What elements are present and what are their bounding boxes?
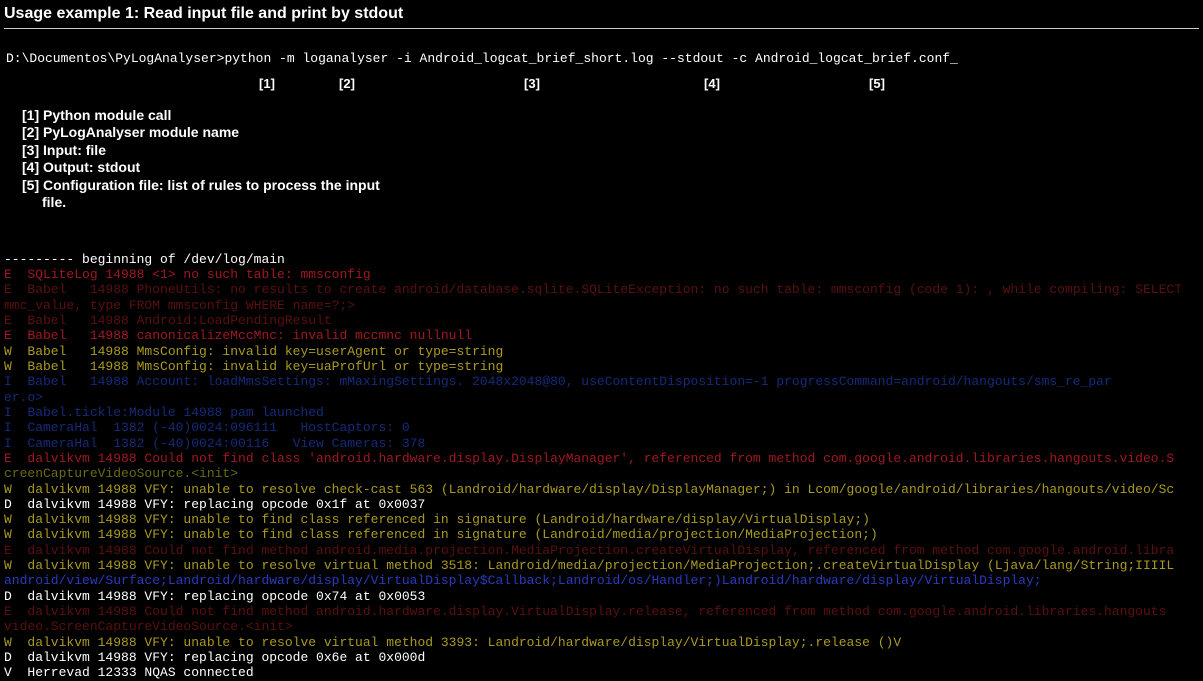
- log-line: I CameraHal 1382 (-40)0024:096111 HostCa…: [4, 420, 1199, 435]
- legend-4: [4] Output: stdout: [22, 159, 1199, 177]
- log-line: I Babel 14988 Account: loadMmsSettings: …: [4, 374, 1199, 389]
- log-line: E SQLiteLog 14988 <1> no such table: mms…: [4, 267, 1199, 282]
- prompt: D:\Documentos\PyLogAnalyser>: [6, 51, 224, 66]
- log-line: er.o>: [4, 390, 1199, 405]
- log-line: creenCaptureVideoSource.<init>: [4, 466, 1199, 481]
- log-line: mmc_value, type FROM mmsconfig WHERE nam…: [4, 298, 1199, 313]
- log-line: I CameraHal 1382 (-40)0024:00116 View Ca…: [4, 436, 1199, 451]
- legend-5b: file.: [42, 194, 1199, 212]
- log-line: D dalvikvm 14988 VFY: replacing opcode 0…: [4, 589, 1199, 604]
- log-line: E dalvikvm 14988 Could not find class 'a…: [4, 451, 1199, 466]
- marker-4: [4]: [672, 76, 752, 93]
- log-line: W dalvikvm 14988 VFY: unable to resolve …: [4, 558, 1199, 573]
- markers-row: [1][2][3][4][5]: [4, 76, 1199, 93]
- cmd-part-2: loganalyser: [302, 51, 388, 66]
- marker-5: [5]: [752, 76, 1002, 93]
- log-line: D dalvikvm 14988 VFY: replacing opcode 0…: [4, 497, 1199, 512]
- log-line: android/view/Surface;Landroid/hardware/d…: [4, 573, 1199, 588]
- cmd-part-5: -c Android_logcat_brief.conf: [732, 51, 950, 66]
- log-line: I Babel.tickle:Module 14988 pam launched: [4, 405, 1199, 420]
- marker-1: [1]: [232, 76, 302, 93]
- log-line: --------- beginning of /dev/log/main: [4, 252, 1199, 267]
- log-line: W dalvikvm 14988 VFY: unable to find cla…: [4, 527, 1199, 542]
- log-output: --------- beginning of /dev/log/mainE SQ…: [4, 252, 1199, 681]
- command-line: D:\Documentos\PyLogAnalyser>python -m lo…: [6, 51, 1199, 68]
- log-line: E Babel 14988 PhoneUtils: no results to …: [4, 282, 1199, 297]
- legend-1: [1] Python module call: [22, 107, 1199, 125]
- page-title: Usage example 1: Read input file and pri…: [4, 4, 1199, 29]
- log-line: E Babel 14988 Android:LoadPendingResult: [4, 313, 1199, 328]
- legend-5: [5] Configuration file: list of rules to…: [22, 177, 1199, 195]
- log-line: E Babel 14988 canonicalizeMccMnc: invali…: [4, 328, 1199, 343]
- log-line: W dalvikvm 14988 VFY: unable to find cla…: [4, 512, 1199, 527]
- cmd-part-1: python -m: [224, 51, 294, 66]
- cursor: _: [950, 51, 958, 66]
- log-line: W Babel 14988 MmsConfig: invalid key=use…: [4, 344, 1199, 359]
- legend-3: [3] Input: file: [22, 142, 1199, 160]
- log-line: D dalvikvm 14988 VFY: replacing opcode 0…: [4, 650, 1199, 665]
- log-line: E dalvikvm 14988 Could not find method a…: [4, 543, 1199, 558]
- log-line: video.ScreenCaptureVideoSource.<init>: [4, 619, 1199, 634]
- log-line: W dalvikvm 14988 VFY: unable to resolve …: [4, 482, 1199, 497]
- cmd-part-3: -i Android_logcat_brief_short.log: [396, 51, 653, 66]
- marker-2: [2]: [302, 76, 392, 93]
- log-line: W Babel 14988 MmsConfig: invalid key=uaP…: [4, 359, 1199, 374]
- legend-2: [2] PyLogAnalyser module name: [22, 124, 1199, 142]
- cmd-part-4: --stdout: [661, 51, 723, 66]
- log-line: W dalvikvm 14988 VFY: unable to resolve …: [4, 635, 1199, 650]
- log-line: V Herrevad 12333 NQAS connected: [4, 665, 1199, 680]
- legend: [1] Python module call [2] PyLogAnalyser…: [22, 107, 1199, 212]
- log-line: E dalvikvm 14988 Could not find method a…: [4, 604, 1199, 619]
- marker-3: [3]: [392, 76, 672, 93]
